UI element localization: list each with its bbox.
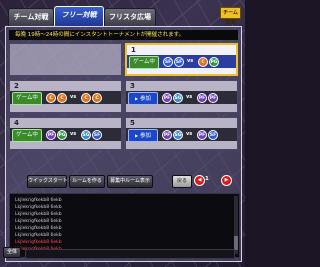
prev-page-icon[interactable]: ◀: [194, 175, 205, 186]
position-badge: PF: [208, 93, 218, 103]
position-badge: SG: [81, 130, 91, 140]
room-slot[interactable]: 1 ゲーム中 SF SF C PG vs: [125, 43, 238, 76]
join-button[interactable]: 参加: [128, 92, 158, 105]
position-badge: C: [57, 93, 67, 103]
in-game-badge: ゲーム中: [129, 56, 159, 69]
next-page-icon[interactable]: ▶: [221, 175, 232, 186]
room-slot[interactable]: 3参加PFSGPFPFvs: [125, 80, 238, 113]
room-pager: ◀ 1 ▶: [194, 174, 233, 186]
page-number: 1: [205, 176, 209, 182]
position-badge: SG: [173, 93, 183, 103]
lobby-window: チーム対戦 フリー対戦 フリスタ広場 チーム対戦 毎晩 19時～24時の間にイン…: [0, 0, 245, 267]
in-game-badge: ゲーム中: [12, 92, 42, 105]
position-badge: PF: [197, 93, 207, 103]
chat-footer: 全体: [3, 247, 21, 258]
room-number: 4: [14, 119, 19, 127]
position-badge: C: [198, 57, 208, 67]
chat-line: Lkjlekrigfkekb8 6ekb: [15, 198, 62, 203]
room-number: 2: [14, 82, 19, 90]
position-badge: SF: [174, 57, 184, 67]
room-slot[interactable]: 2 ゲーム中 C C C Cvs: [9, 80, 122, 113]
quick-start-button[interactable]: ウイックスタート: [27, 175, 68, 188]
versus-label: vs: [70, 131, 77, 137]
back-button[interactable]: 戻る: [172, 175, 192, 188]
room-panel: 毎晩 19時～24時の間にインスタントトーナメントが開催されます。 1 ゲーム中 S…: [5, 26, 242, 262]
position-badge: PF: [46, 130, 56, 140]
chat-input[interactable]: [25, 249, 235, 259]
tab-free-battle[interactable]: フリー対戦: [54, 6, 104, 27]
recruiting-rooms-button[interactable]: 募集中ルーム表示: [107, 175, 153, 188]
team-badge[interactable]: チーム対戦: [220, 7, 241, 26]
room-number: 5: [130, 119, 135, 127]
position-badge: C: [46, 93, 56, 103]
position-badge: C: [81, 93, 91, 103]
chat-scroll-thumb[interactable]: [234, 236, 238, 250]
position-badge: SF: [163, 57, 173, 67]
in-game-badge: ゲーム中: [12, 129, 42, 142]
chat-line: Lkjlekrigfkekb8 6ekb: [15, 233, 62, 238]
versus-label: vs: [187, 58, 194, 64]
position-badge: SF: [92, 130, 102, 140]
position-badge: PF: [197, 130, 207, 140]
position-badge: C: [92, 93, 102, 103]
create-room-button[interactable]: ルームを作る: [69, 175, 105, 188]
tab-bar: チーム対戦 フリー対戦 フリスタ広場 チーム対戦: [2, 6, 243, 27]
position-badge: SF: [208, 130, 218, 140]
chat-line: Lkjlekrigfkekb8 6ekb: [15, 226, 62, 231]
position-badge: PF: [162, 93, 172, 103]
tab-team-battle[interactable]: チーム対戦: [8, 8, 54, 26]
position-badge: PG: [57, 130, 67, 140]
room-slot[interactable]: 4 ゲーム中 PF PG SG SF vs: [9, 117, 122, 150]
chat-line: Lkjlekrigfkekb8 6ekb: [15, 240, 62, 245]
room-slot[interactable]: 5参加PFSGPFSFvs: [125, 117, 238, 150]
tournament-notice: 毎晩 19時～24時の間にインスタントトーナメントが開催されます。: [9, 30, 238, 40]
versus-label: vs: [70, 94, 77, 100]
position-badge: SG: [173, 130, 183, 140]
chat-line: Lkjlekrigfkekb8 6ekb: [15, 205, 62, 210]
tab-free-plaza[interactable]: フリスタ広場: [104, 8, 156, 26]
join-button[interactable]: 参加: [128, 129, 158, 142]
position-badge: PG: [209, 57, 219, 67]
chat-scope-all-button[interactable]: 全体: [3, 247, 21, 258]
room-number: 1: [131, 46, 136, 54]
versus-label: vs: [186, 131, 193, 137]
room-number: 3: [130, 82, 135, 90]
versus-label: vs: [186, 94, 193, 100]
room-slot[interactable]: [9, 43, 122, 76]
position-badge: PF: [162, 130, 172, 140]
chat-scrollbar[interactable]: [234, 196, 238, 254]
chat-line: Lkjlekrigfkekb8 6ekb: [15, 219, 62, 224]
chat-line: Lkjlekrigfkekb8 6ekb: [15, 212, 62, 217]
